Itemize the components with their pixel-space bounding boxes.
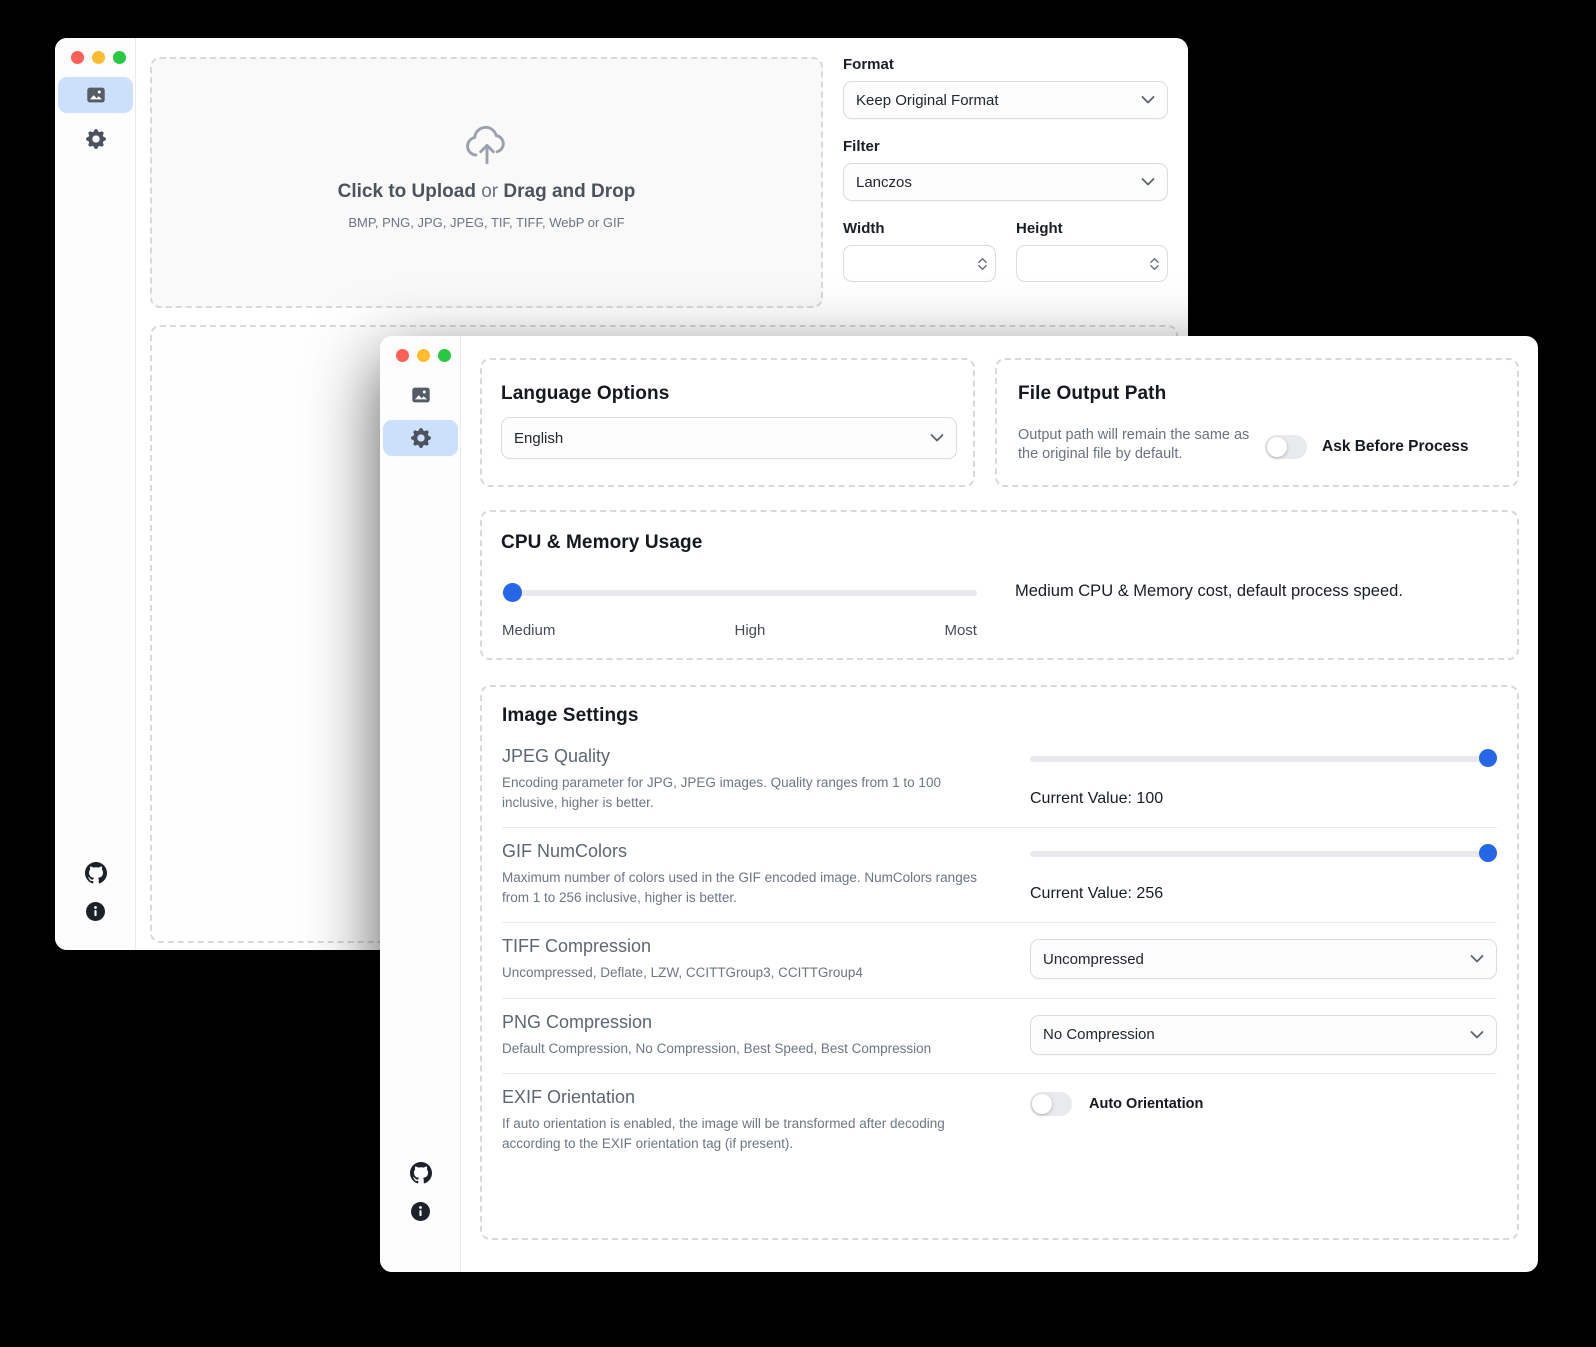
- sidebar: [380, 336, 461, 1272]
- settings-window: Language Options English File Output Pat…: [380, 336, 1538, 1272]
- tick-most: Most: [944, 622, 977, 639]
- png-compression-row: PNG Compression Default Compression, No …: [502, 998, 1497, 1074]
- upload-title: Click to Upload or Drag and Drop: [338, 181, 636, 203]
- gear-icon: [86, 129, 106, 149]
- jpeg-quality-current-value: Current Value: 100: [1030, 790, 1497, 808]
- gear-icon: [411, 428, 431, 448]
- chevron-down-icon: [1141, 96, 1155, 105]
- jpeg-quality-title: JPEG Quality: [502, 746, 982, 767]
- gif-numcolors-title: GIF NumColors: [502, 841, 982, 862]
- about-button[interactable]: [380, 1202, 461, 1221]
- language-select-value: English: [514, 430, 563, 447]
- slider-handle[interactable]: [1479, 844, 1497, 862]
- github-link[interactable]: [55, 862, 136, 884]
- format-select-value: Keep Original Format: [856, 92, 999, 109]
- close-button[interactable]: [71, 51, 84, 64]
- sidebar: [55, 38, 136, 950]
- filter-select-value: Lanczos: [856, 174, 912, 191]
- cpu-slider-ticks: Medium High Most: [502, 622, 977, 639]
- ask-before-process-label: Ask Before Process: [1322, 438, 1468, 456]
- width-input[interactable]: [844, 246, 995, 281]
- github-icon: [410, 1162, 432, 1184]
- gif-numcolors-current-value: Current Value: 256: [1030, 885, 1497, 903]
- ask-before-process-toggle[interactable]: [1265, 435, 1307, 459]
- height-field-wrap: [1016, 245, 1168, 282]
- maximize-button[interactable]: [438, 349, 451, 362]
- jpeg-quality-slider[interactable]: [1030, 749, 1497, 768]
- auto-orientation-label: Auto Orientation: [1089, 1096, 1203, 1112]
- format-label: Format: [843, 56, 1168, 73]
- jpeg-quality-description: Encoding parameter for JPG, JPEG images.…: [502, 773, 982, 812]
- desktop-background: Click to Upload or Drag and Drop BMP, PN…: [0, 0, 1596, 1347]
- image-icon: [85, 84, 107, 106]
- github-icon: [85, 862, 107, 884]
- jpeg-quality-row: JPEG Quality Encoding parameter for JPG,…: [502, 733, 1497, 827]
- sidebar-tab-settings[interactable]: [383, 420, 458, 456]
- close-button[interactable]: [396, 349, 409, 362]
- tiff-compression-title: TIFF Compression: [502, 936, 982, 957]
- image-settings-title: Image Settings: [502, 705, 1497, 727]
- gif-numcolors-slider[interactable]: [1030, 844, 1497, 863]
- conversion-options-panel: Format Keep Original Format Filter Lancz…: [843, 56, 1168, 282]
- tiff-compression-row: TIFF Compression Uncompressed, Deflate, …: [502, 922, 1497, 998]
- cpu-status-text: Medium CPU & Memory cost, default proces…: [1015, 582, 1403, 601]
- cpu-memory-card: CPU & Memory Usage Medium High Most Medi…: [480, 510, 1519, 660]
- github-link[interactable]: [380, 1162, 461, 1184]
- filter-select[interactable]: Lanczos: [843, 163, 1168, 201]
- chevron-down-icon: [1470, 955, 1484, 964]
- sidebar-tab-images[interactable]: [58, 77, 133, 113]
- stepper-icon[interactable]: [978, 257, 987, 270]
- tick-medium: Medium: [502, 622, 555, 639]
- png-compression-select[interactable]: No Compression: [1030, 1015, 1497, 1055]
- language-options-title: Language Options: [501, 383, 954, 405]
- auto-orientation-toggle[interactable]: [1030, 1092, 1072, 1116]
- upload-dropzone[interactable]: Click to Upload or Drag and Drop BMP, PN…: [150, 57, 823, 308]
- sidebar-tab-settings[interactable]: [58, 121, 133, 157]
- gif-numcolors-row: GIF NumColors Maximum number of colors u…: [502, 827, 1497, 922]
- stepper-icon[interactable]: [1150, 257, 1159, 270]
- minimize-button[interactable]: [92, 51, 105, 64]
- tiff-compression-description: Uncompressed, Deflate, LZW, CCITTGroup3,…: [502, 963, 982, 983]
- cloud-upload-icon: [462, 123, 512, 167]
- width-label: Width: [843, 220, 996, 237]
- tiff-compression-select[interactable]: Uncompressed: [1030, 939, 1497, 979]
- slider-handle[interactable]: [503, 583, 522, 602]
- height-input[interactable]: [1017, 246, 1167, 281]
- image-settings-card: Image Settings JPEG Quality Encoding par…: [480, 685, 1519, 1240]
- png-compression-description: Default Compression, No Compression, Bes…: [502, 1039, 982, 1059]
- window-controls: [65, 45, 132, 70]
- filter-label: Filter: [843, 138, 1168, 155]
- language-select[interactable]: English: [501, 417, 957, 459]
- width-field-wrap: [843, 245, 996, 282]
- cpu-memory-title: CPU & Memory Usage: [501, 532, 1498, 554]
- language-options-card: Language Options English: [480, 358, 975, 487]
- tick-high: High: [734, 622, 765, 639]
- about-button[interactable]: [55, 902, 136, 921]
- exif-orientation-description: If auto orientation is enabled, the imag…: [502, 1114, 982, 1153]
- cpu-memory-slider[interactable]: [502, 583, 977, 602]
- format-select[interactable]: Keep Original Format: [843, 81, 1168, 119]
- file-output-path-description: Output path will remain the same as the …: [1018, 426, 1258, 464]
- info-icon: [411, 1202, 430, 1221]
- file-output-path-title: File Output Path: [1018, 383, 1496, 405]
- sidebar-tab-images[interactable]: [383, 377, 458, 413]
- file-output-path-card: File Output Path Output path will remain…: [995, 358, 1519, 487]
- maximize-button[interactable]: [113, 51, 126, 64]
- gif-numcolors-description: Maximum number of colors used in the GIF…: [502, 868, 982, 907]
- chevron-down-icon: [930, 434, 944, 443]
- slider-handle[interactable]: [1479, 749, 1497, 767]
- png-compression-value: No Compression: [1043, 1026, 1155, 1043]
- height-label: Height: [1016, 220, 1168, 237]
- png-compression-title: PNG Compression: [502, 1012, 982, 1033]
- window-controls: [390, 343, 457, 368]
- info-icon: [86, 902, 105, 921]
- chevron-down-icon: [1141, 178, 1155, 187]
- tiff-compression-value: Uncompressed: [1043, 951, 1144, 968]
- chevron-down-icon: [1470, 1030, 1484, 1039]
- upload-supported-formats: BMP, PNG, JPG, JPEG, TIF, TIFF, WebP or …: [348, 215, 624, 230]
- exif-orientation-row: EXIF Orientation If auto orientation is …: [502, 1073, 1497, 1168]
- image-icon: [410, 384, 432, 406]
- exif-orientation-title: EXIF Orientation: [502, 1087, 982, 1108]
- minimize-button[interactable]: [417, 349, 430, 362]
